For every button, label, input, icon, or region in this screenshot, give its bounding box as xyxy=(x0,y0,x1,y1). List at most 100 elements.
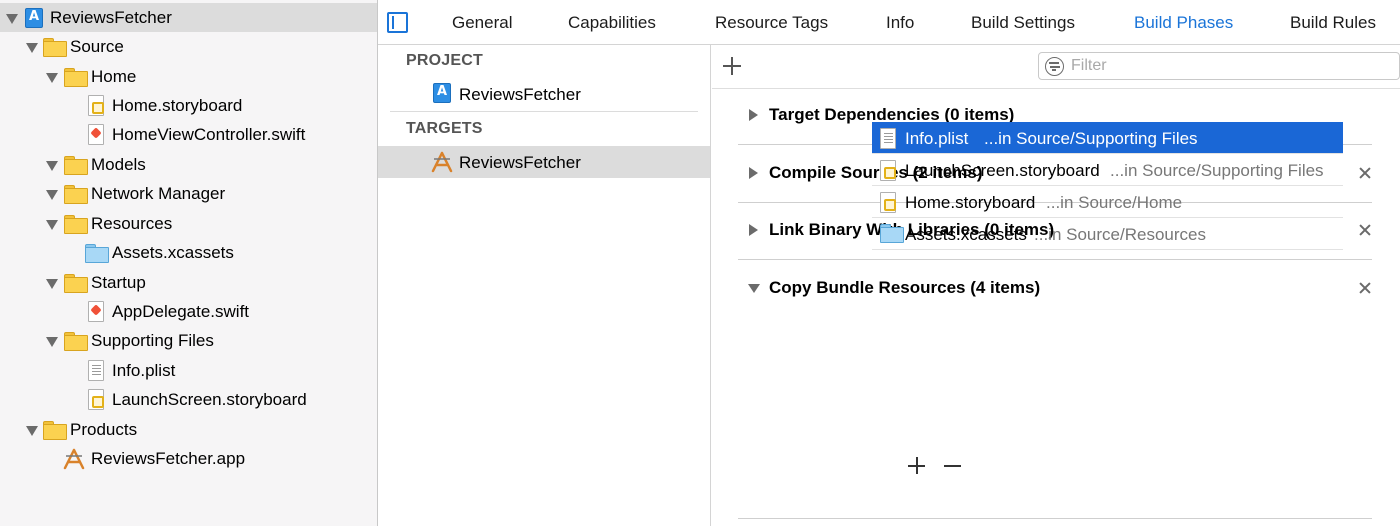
build-phases-pane: Target Dependencies (0 items) Compile So… xyxy=(712,45,1400,526)
disclosure-triangle-icon[interactable] xyxy=(748,282,760,294)
resource-row-home-storyboard[interactable]: Home.storyboard ...in Source/Home xyxy=(872,186,1343,218)
resource-row-assets[interactable]: Assets.xcassets ...in Source/Resources xyxy=(872,218,1343,250)
navigator-item-label: Home.storyboard xyxy=(112,96,243,115)
navigator-item-homeviewcontroller[interactable]: HomeViewController.swift xyxy=(0,120,377,149)
navigator-item-source[interactable]: Source xyxy=(0,32,377,61)
plist-icon xyxy=(88,360,104,381)
toggle-sidebar-icon[interactable] xyxy=(387,12,408,33)
navigator-item-assets[interactable]: Assets.xcassets xyxy=(0,238,377,267)
swift-file-icon xyxy=(88,301,104,322)
resource-row-info-plist[interactable]: Info.plist ...in Source/Supporting Files xyxy=(872,122,1343,154)
target-item-label: ReviewsFetcher xyxy=(459,153,581,172)
divider xyxy=(390,111,698,112)
storyboard-icon xyxy=(880,160,896,181)
navigator-item-project[interactable]: ReviewsFetcher xyxy=(0,3,377,32)
tab-resource-tags[interactable]: Resource Tags xyxy=(715,13,828,33)
navigator-item-label: Network Manager xyxy=(91,184,226,203)
asset-catalog-icon xyxy=(880,224,904,243)
phase-copy-bundle-resources[interactable]: Copy Bundle Resources (4 items) xyxy=(738,261,1372,519)
add-resource-button[interactable] xyxy=(908,457,926,475)
project-section-header: PROJECT xyxy=(406,52,483,69)
navigator-item-products[interactable]: Products xyxy=(0,415,377,444)
disclosure-triangle-icon[interactable] xyxy=(45,334,59,348)
tab-build-settings[interactable]: Build Settings xyxy=(971,13,1075,33)
resource-path: ...in Source/Resources xyxy=(1034,225,1206,244)
navigator-item-startup[interactable]: Startup xyxy=(0,268,377,297)
tab-build-phases[interactable]: Build Phases xyxy=(1134,13,1233,33)
target-item[interactable]: ReviewsFetcher xyxy=(378,146,710,178)
asset-catalog-icon xyxy=(85,244,109,263)
navigator-item-label: Resources xyxy=(91,214,173,233)
navigator-item-label: Products xyxy=(70,420,138,439)
navigator-item-app-product[interactable]: ReviewsFetcher.app xyxy=(0,444,377,473)
storyboard-icon xyxy=(88,95,104,116)
project-icon xyxy=(25,8,43,28)
filter-input[interactable] xyxy=(1071,56,1391,76)
project-item[interactable]: ReviewsFetcher xyxy=(378,78,710,110)
project-item-label: ReviewsFetcher xyxy=(459,85,581,104)
navigator-item-network-manager[interactable]: Network Manager xyxy=(0,179,377,208)
bundle-resources-list: Info.plist ...in Source/Supporting Files… xyxy=(872,122,1343,250)
folder-icon xyxy=(64,215,88,234)
filter-icon xyxy=(1045,57,1064,76)
resource-path: ...in Source/Supporting Files xyxy=(1110,161,1324,180)
navigator-item-label: LaunchScreen.storyboard xyxy=(112,390,307,409)
remove-phase-icon[interactable] xyxy=(1358,166,1372,180)
disclosure-triangle-icon[interactable] xyxy=(748,109,760,121)
resource-path: ...in Source/Supporting Files xyxy=(984,129,1198,148)
navigator-item-appdelegate[interactable]: AppDelegate.swift xyxy=(0,297,377,326)
navigator-item-info-plist[interactable]: Info.plist xyxy=(0,356,377,385)
folder-icon xyxy=(43,421,67,440)
navigator-item-label: AppDelegate.swift xyxy=(112,302,250,321)
disclosure-triangle-icon[interactable] xyxy=(748,224,760,236)
folder-icon xyxy=(43,38,67,57)
resource-name: Assets.xcassets xyxy=(905,225,1027,244)
app-product-icon xyxy=(63,448,85,470)
folder-icon xyxy=(64,274,88,293)
disclosure-triangle-icon[interactable] xyxy=(45,70,59,84)
disclosure-triangle-icon[interactable] xyxy=(748,167,760,179)
navigator-item-launchscreen[interactable]: LaunchScreen.storyboard xyxy=(0,385,377,414)
disclosure-triangle-icon[interactable] xyxy=(45,217,59,231)
navigator-item-label: Home xyxy=(91,67,137,86)
tab-general[interactable]: General xyxy=(452,13,512,33)
project-navigator: ReviewsFetcher Source Home Home.storyboa… xyxy=(0,0,378,526)
navigator-item-home-storyboard[interactable]: Home.storyboard xyxy=(0,91,377,120)
remove-resource-button[interactable] xyxy=(944,465,961,467)
resource-row-launchscreen[interactable]: LaunchScreen.storyboard ...in Source/Sup… xyxy=(872,154,1343,186)
navigator-item-label: ReviewsFetcher.app xyxy=(91,449,246,468)
tab-info[interactable]: Info xyxy=(886,13,914,33)
add-build-phase-button[interactable] xyxy=(722,56,742,76)
disclosure-triangle-icon[interactable] xyxy=(45,187,59,201)
navigator-item-label: Info.plist xyxy=(112,361,176,380)
app-target-icon xyxy=(431,151,453,173)
targets-list: PROJECT ReviewsFetcher TARGETS ReviewsFe… xyxy=(378,45,711,526)
navigator-item-supporting-files[interactable]: Supporting Files xyxy=(0,326,377,355)
navigator-item-home[interactable]: Home xyxy=(0,62,377,91)
remove-phase-icon[interactable] xyxy=(1358,281,1372,295)
storyboard-icon xyxy=(88,389,104,410)
navigator-item-resources[interactable]: Resources xyxy=(0,209,377,238)
navigator-item-label: ReviewsFetcher xyxy=(50,8,172,27)
resource-name: LaunchScreen.storyboard xyxy=(905,161,1100,180)
folder-icon xyxy=(64,68,88,87)
disclosure-triangle-icon[interactable] xyxy=(25,423,39,437)
disclosure-triangle-icon[interactable] xyxy=(45,158,59,172)
resource-name: Info.plist xyxy=(905,129,969,148)
tab-build-rules[interactable]: Build Rules xyxy=(1290,13,1376,33)
disclosure-triangle-icon[interactable] xyxy=(5,11,19,25)
folder-icon xyxy=(64,185,88,204)
tab-capabilities[interactable]: Capabilities xyxy=(568,13,656,33)
remove-phase-icon[interactable] xyxy=(1358,223,1372,237)
disclosure-triangle-icon[interactable] xyxy=(45,276,59,290)
disclosure-triangle-icon[interactable] xyxy=(25,40,39,54)
swift-file-icon xyxy=(88,124,104,145)
storyboard-icon xyxy=(880,192,896,213)
project-editor: General Capabilities Resource Tags Info … xyxy=(378,0,1400,526)
filter-field[interactable] xyxy=(1038,52,1400,80)
phase-title: Copy Bundle Resources (4 items) xyxy=(769,278,1041,297)
navigator-item-label: Supporting Files xyxy=(91,331,214,350)
navigator-item-label: Assets.xcassets xyxy=(112,243,234,262)
plist-icon xyxy=(880,128,896,149)
navigator-item-models[interactable]: Models xyxy=(0,150,377,179)
